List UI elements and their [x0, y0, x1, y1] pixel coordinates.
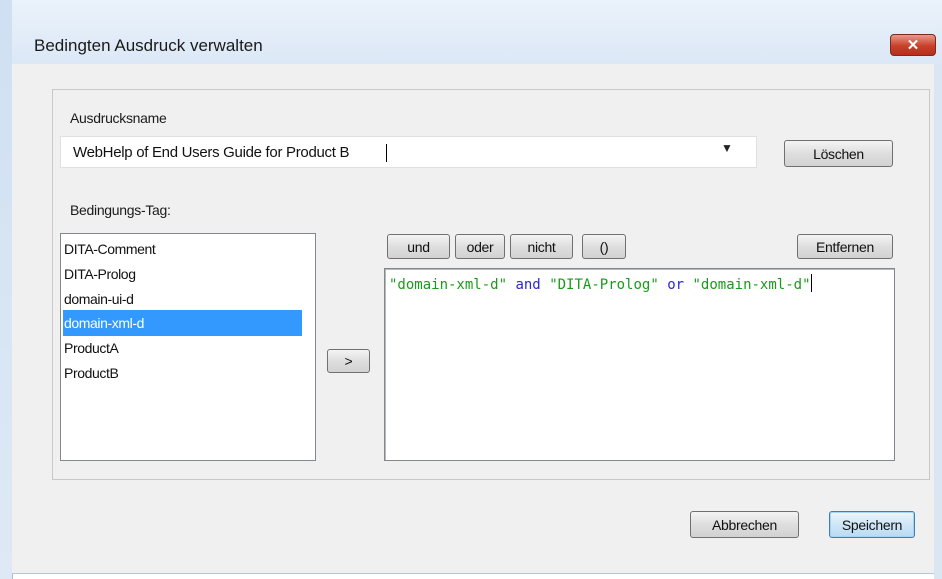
condition-tag-label: Bedingungs-Tag: [70, 202, 171, 218]
dialog-window: Bedingten Ausdruck verwalten ✕ Ausdrucks… [0, 0, 942, 579]
expression-tag-token: "DITA-Prolog" [549, 277, 659, 293]
expression-text: "domain-xml-d" and "DITA-Prolog" or "dom… [389, 273, 885, 297]
expression-name-combobox[interactable]: WebHelp of End Users Guide for Product B… [60, 136, 757, 168]
expression-tag-token: "domain-xml-d" [389, 277, 508, 293]
text-caret [810, 274, 812, 292]
list-item[interactable]: ProductB [63, 360, 302, 386]
expression-name-value: WebHelp of End Users Guide for Product B [73, 144, 350, 161]
list-item-selected[interactable]: domain-xml-d [63, 310, 302, 336]
or-button[interactable]: oder [455, 234, 505, 259]
expression-tag-token: "domain-xml-d" [692, 277, 811, 293]
dialog-title: Bedingten Ausdruck verwalten [34, 36, 263, 55]
save-button[interactable]: Speichern [829, 511, 915, 538]
list-item[interactable]: domain-ui-d [63, 286, 302, 312]
delete-button[interactable]: Löschen [784, 140, 893, 167]
close-icon: ✕ [906, 37, 920, 54]
remove-button[interactable]: Entfernen [797, 234, 893, 259]
expression-space [659, 277, 667, 293]
expression-space [684, 277, 692, 293]
window-frame-edge [934, 64, 942, 579]
cancel-button[interactable]: Abbrechen [690, 511, 799, 538]
list-item[interactable]: DITA-Prolog [63, 261, 302, 287]
title-bar[interactable]: Bedingten Ausdruck verwalten ✕ [12, 0, 942, 64]
and-button[interactable]: und [387, 234, 450, 259]
condition-tag-list[interactable]: DITA-Comment DITA-Prolog domain-ui-d dom… [60, 233, 316, 461]
chevron-down-icon[interactable]: ▼ [721, 141, 733, 155]
expression-space [541, 277, 549, 293]
list-item[interactable]: DITA-Comment [63, 236, 302, 262]
expression-editor[interactable]: "domain-xml-d" and "DITA-Prolog" or "dom… [384, 268, 895, 461]
add-tag-button[interactable]: > [327, 349, 370, 373]
text-caret [386, 144, 387, 162]
not-button[interactable]: nicht [510, 234, 573, 259]
expression-operator-token: and [515, 277, 541, 293]
list-item[interactable]: ProductA [63, 335, 302, 361]
expression-operator-token: or [667, 277, 685, 293]
close-button[interactable]: ✕ [890, 34, 936, 56]
parentheses-button[interactable]: () [582, 234, 626, 259]
expression-name-label: Ausdrucksname [70, 110, 167, 126]
